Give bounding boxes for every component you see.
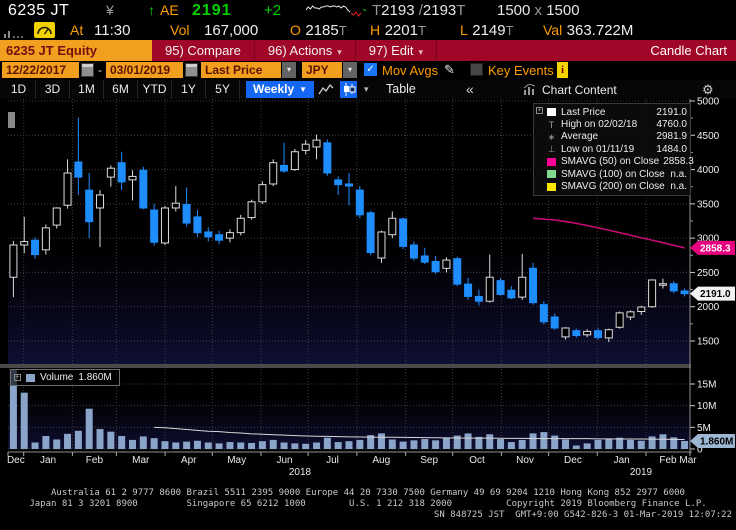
svg-text:4000: 4000 — [697, 165, 720, 176]
svg-text:5000: 5000 — [697, 97, 720, 108]
svg-text:2858.3: 2858.3 — [700, 243, 731, 254]
svg-text:Dec: Dec — [564, 455, 582, 466]
candle-chart-canvas: 5000450040003500300025002000150015M10M5M… — [0, 0, 736, 530]
svg-text:2018: 2018 — [289, 467, 312, 478]
svg-text:Apr: Apr — [181, 455, 197, 466]
svg-text:4500: 4500 — [697, 131, 720, 142]
legend-grip[interactable]: + — [536, 107, 543, 114]
svg-text:1500: 1500 — [697, 337, 720, 348]
volume-marker — [26, 374, 35, 382]
volume-legend-value: 1.860M — [78, 372, 111, 383]
svg-text:Feb: Feb — [86, 455, 104, 466]
svg-text:2019: 2019 — [630, 467, 653, 478]
legend-row[interactable]: ∗Average2981.9 — [547, 131, 687, 143]
footer-session-info: SN 848725 JST GMT+9:00 G542-826-3 01-Mar… — [0, 510, 736, 521]
svg-text:Jan: Jan — [40, 455, 56, 466]
legend-row[interactable]: SMAVG (50) on Close2858.3 — [547, 156, 687, 168]
volume-legend-label: Volume — [40, 372, 73, 383]
svg-text:Jan: Jan — [614, 455, 630, 466]
footer-contacts-line2: Japan 81 3 3201 8900 Singapore 65 6212 1… — [0, 499, 736, 510]
svg-text:5M: 5M — [697, 423, 711, 434]
legend-rows: Last Price2191.0THigh on 02/02/184760.0∗… — [547, 106, 687, 193]
svg-text:Oct: Oct — [469, 455, 485, 466]
svg-text:3500: 3500 — [697, 199, 720, 210]
svg-text:Jun: Jun — [276, 455, 292, 466]
legend-row[interactable]: SMAVG (200) on Closen.a. — [547, 180, 687, 192]
svg-text:10M: 10M — [697, 401, 716, 412]
svg-text:Feb: Feb — [659, 455, 677, 466]
svg-text:2500: 2500 — [697, 268, 720, 279]
svg-text:2000: 2000 — [697, 302, 720, 313]
volume-legend: + Volume 1.860M — [10, 369, 120, 386]
svg-text:15M: 15M — [697, 380, 716, 391]
svg-text:Mar: Mar — [132, 455, 150, 466]
svg-text:Dec: Dec — [7, 455, 25, 466]
svg-text:Mar: Mar — [679, 455, 697, 466]
svg-text:1.860M: 1.860M — [700, 436, 733, 447]
volume-legend-grip[interactable]: + — [14, 374, 21, 381]
svg-text:Jul: Jul — [326, 455, 339, 466]
svg-text:Nov: Nov — [516, 455, 534, 466]
legend-row[interactable]: THigh on 02/02/184760.0 — [547, 118, 687, 130]
footer: Australia 61 2 9777 8600 Brazil 5511 239… — [0, 488, 736, 521]
legend-row[interactable]: SMAVG (100) on Closen.a. — [547, 168, 687, 180]
chart-legend: + Last Price2191.0THigh on 02/02/184760.… — [533, 103, 691, 196]
svg-text:2191.0: 2191.0 — [700, 289, 731, 300]
svg-text:Sep: Sep — [420, 455, 438, 466]
svg-text:Aug: Aug — [372, 455, 390, 466]
legend-row[interactable]: ⊥Low on 01/11/191484.0 — [547, 143, 687, 155]
footer-contacts-line1: Australia 61 2 9777 8600 Brazil 5511 239… — [0, 488, 736, 499]
svg-text:May: May — [227, 455, 246, 466]
legend-row[interactable]: Last Price2191.0 — [547, 106, 687, 118]
